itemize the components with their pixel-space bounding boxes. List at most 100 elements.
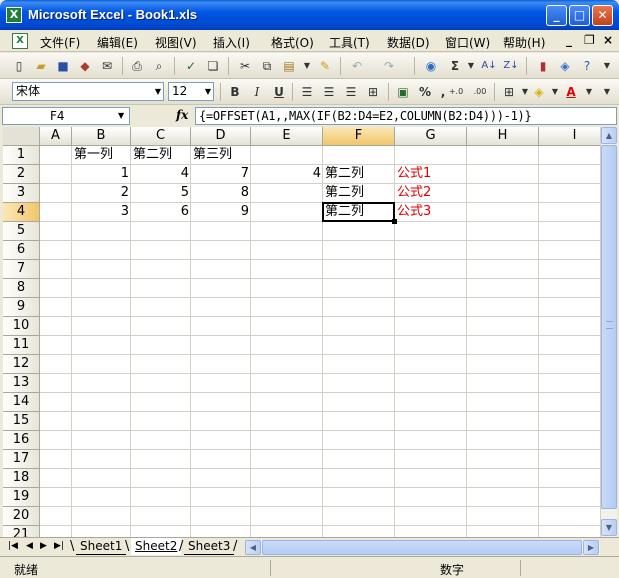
scroll-right-icon[interactable]: ▶ [583, 540, 599, 555]
row-header-17[interactable]: 17 [3, 450, 40, 469]
row-header-20[interactable]: 20 [3, 507, 40, 526]
cell-d3[interactable]: 8 [191, 183, 251, 202]
chart-wizard-icon[interactable]: ▮ [534, 57, 552, 75]
column-header-c[interactable]: C [131, 127, 191, 146]
toolbar-options-icon[interactable]: ▼ [598, 83, 616, 101]
title-bar[interactable]: X Microsoft Excel - Book1.xls _ □ ✕ [0, 0, 619, 30]
row-header-7[interactable]: 7 [3, 260, 40, 279]
row-header-19[interactable]: 19 [3, 488, 40, 507]
chevron-down-icon[interactable]: ▼ [155, 83, 161, 100]
cut-icon[interactable]: ✂ [236, 57, 254, 75]
menu-view[interactable]: 视图(V) [155, 34, 197, 51]
insert-function-icon[interactable]: fx [176, 108, 188, 122]
email-icon[interactable]: ✉ [98, 57, 116, 75]
tab-sheet2[interactable]: Sheet2 [131, 538, 182, 555]
active-cell-border[interactable] [322, 202, 395, 222]
scroll-up-icon[interactable]: ▲ [601, 127, 617, 144]
hyperlink-icon[interactable]: ◉ [422, 57, 440, 75]
row-header-1[interactable]: 1 [3, 146, 40, 165]
formula-input[interactable]: {=OFFSET(A1,,MAX(IF(B2:D4=E2,COLUMN(B2:D… [195, 107, 617, 125]
first-sheet-icon[interactable]: |◀ [8, 541, 18, 551]
row-header-15[interactable]: 15 [3, 412, 40, 431]
sort-descending-icon[interactable]: Z↓ [502, 57, 520, 75]
worksheet-grid[interactable]: A B C D E F G H I 1 2 3 4 5 6 7 8 9 10 11 12 13 14 15 16 17 18 19 20… [3, 127, 600, 537]
column-header-f[interactable]: F [323, 127, 395, 146]
italic-button[interactable]: I [248, 83, 266, 101]
row-header-6[interactable]: 6 [3, 241, 40, 260]
menu-window[interactable]: 窗口(W) [445, 34, 490, 51]
cell-g3[interactable]: 公式2 [395, 183, 467, 202]
row-header-10[interactable]: 10 [3, 317, 40, 336]
excel-app-icon[interactable]: X [6, 7, 22, 23]
column-header-g[interactable]: G [395, 127, 467, 146]
horizontal-scroll-thumb[interactable] [262, 540, 582, 555]
paste-icon[interactable]: ▤ [280, 57, 298, 75]
row-header-14[interactable]: 14 [3, 393, 40, 412]
save-icon[interactable]: ■ [54, 57, 72, 75]
doc-restore-button[interactable]: ❐ [584, 33, 595, 47]
menu-tools[interactable]: 工具(T) [329, 34, 370, 51]
cell-f3[interactable]: 第二列 [323, 183, 395, 202]
doc-minimize-button[interactable]: _ [566, 33, 572, 47]
row-header-2[interactable]: 2 [3, 165, 40, 184]
next-sheet-icon[interactable]: ▶ [40, 541, 47, 551]
column-header-d[interactable]: D [191, 127, 251, 146]
cell-c1[interactable]: 第二列 [131, 145, 191, 164]
cell-b1[interactable]: 第一列 [72, 145, 131, 164]
help-icon[interactable]: ? [578, 57, 596, 75]
increase-decimal-button[interactable]: +.0 [444, 83, 468, 101]
column-header-e[interactable]: E [251, 127, 323, 146]
sort-ascending-icon[interactable]: A↓ [480, 57, 498, 75]
tab-sheet3[interactable]: Sheet3 [184, 538, 235, 555]
merge-center-icon[interactable]: ⊞ [364, 83, 382, 101]
cell-c2[interactable]: 4 [131, 164, 191, 183]
menu-edit[interactable]: 编辑(E) [97, 34, 138, 51]
research-icon[interactable]: ❏ [204, 57, 222, 75]
redo-icon[interactable]: ↷ [380, 57, 398, 75]
vertical-scroll-thumb[interactable] [601, 145, 617, 509]
cell-f2[interactable]: 第二列 [323, 164, 395, 183]
bold-button[interactable]: B [226, 83, 244, 101]
row-header-12[interactable]: 12 [3, 355, 40, 374]
cell-e2[interactable]: 4 [251, 164, 323, 183]
decrease-decimal-button[interactable]: .00 [468, 83, 492, 101]
copy-icon[interactable]: ⧉ [258, 57, 276, 75]
fill-handle[interactable] [392, 219, 397, 224]
cell-b4[interactable]: 3 [72, 202, 131, 221]
menu-format[interactable]: 格式(O) [271, 34, 314, 51]
row-header-8[interactable]: 8 [3, 279, 40, 298]
open-icon[interactable]: ▰ [32, 57, 50, 75]
cell-d2[interactable]: 7 [191, 164, 251, 183]
align-right-icon[interactable]: ☰ [342, 83, 360, 101]
close-button[interactable]: ✕ [592, 5, 613, 26]
last-sheet-icon[interactable]: ▶| [54, 541, 64, 551]
row-header-4[interactable]: 4 [3, 203, 40, 222]
format-painter-icon[interactable]: ✎ [316, 57, 334, 75]
scroll-down-icon[interactable]: ▼ [601, 519, 617, 536]
row-header-16[interactable]: 16 [3, 431, 40, 450]
cell-c4[interactable]: 6 [131, 202, 191, 221]
column-header-i[interactable]: I [539, 127, 600, 146]
tab-sheet1[interactable]: Sheet1 [76, 538, 127, 555]
cell-b3[interactable]: 2 [72, 183, 131, 202]
cell-b2[interactable]: 1 [72, 164, 131, 183]
cell-d4[interactable]: 9 [191, 202, 251, 221]
name-box[interactable]: F4 [2, 107, 130, 125]
row-header-11[interactable]: 11 [3, 336, 40, 355]
scroll-left-icon[interactable]: ◀ [245, 540, 261, 555]
undo-icon[interactable]: ↶ [348, 57, 366, 75]
column-header-b[interactable]: B [72, 127, 131, 146]
new-icon[interactable]: ▯ [10, 57, 28, 75]
menu-help[interactable]: 帮助(H) [503, 34, 545, 51]
drawing-icon[interactable]: ◈ [556, 57, 574, 75]
menu-insert[interactable]: 插入(I) [213, 34, 250, 51]
align-center-icon[interactable]: ☰ [320, 83, 338, 101]
vertical-scrollbar[interactable]: ▲ ▼ [600, 127, 617, 537]
column-header-h[interactable]: H [467, 127, 539, 146]
paste-dropdown-icon[interactable]: ▼ [298, 57, 316, 75]
font-color-dropdown-icon[interactable]: ▼ [580, 83, 598, 101]
cell-g2[interactable]: 公式1 [395, 164, 467, 183]
row-header-5[interactable]: 5 [3, 222, 40, 241]
row-header-21[interactable]: 21 [3, 526, 40, 537]
font-size-combo[interactable]: 12 ▼ [168, 82, 214, 101]
